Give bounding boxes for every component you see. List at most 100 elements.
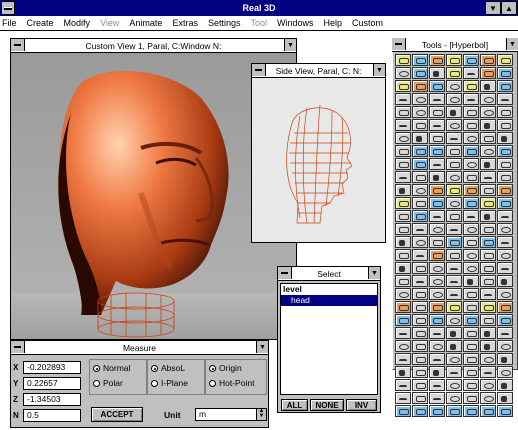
tool-button[interactable] <box>480 145 496 157</box>
tool-button[interactable] <box>463 184 479 196</box>
tool-button[interactable] <box>497 353 513 365</box>
tool-button[interactable] <box>412 197 428 209</box>
tool-button[interactable] <box>429 379 445 391</box>
tool-button[interactable] <box>463 236 479 248</box>
tool-button[interactable] <box>395 158 411 170</box>
tool-button[interactable] <box>429 262 445 274</box>
tool-button[interactable] <box>412 249 428 261</box>
tool-button[interactable] <box>412 392 428 404</box>
tool-button[interactable] <box>497 301 513 313</box>
tools-title-bar[interactable]: Tools - [Hyperbol] ▼ <box>392 38 518 52</box>
tool-button[interactable] <box>480 262 496 274</box>
tool-button[interactable] <box>429 93 445 105</box>
tool-button[interactable] <box>429 288 445 300</box>
tool-button[interactable] <box>497 366 513 378</box>
tool-button[interactable] <box>497 405 513 417</box>
tool-button[interactable] <box>463 392 479 404</box>
tool-button[interactable] <box>446 54 462 66</box>
tool-button[interactable] <box>429 106 445 118</box>
window-menu-icon[interactable] <box>392 38 406 50</box>
tool-button[interactable] <box>395 93 411 105</box>
tool-button[interactable] <box>463 366 479 378</box>
tool-button[interactable] <box>395 171 411 183</box>
tool-button[interactable] <box>429 132 445 144</box>
tool-button[interactable] <box>446 197 462 209</box>
tool-button[interactable] <box>395 236 411 248</box>
tool-button[interactable] <box>463 405 479 417</box>
tool-button[interactable] <box>463 275 479 287</box>
maximize-button[interactable]: ▲ <box>501 1 517 15</box>
tool-button[interactable] <box>463 106 479 118</box>
tool-button[interactable] <box>446 171 462 183</box>
tool-button[interactable] <box>497 80 513 92</box>
tool-button[interactable] <box>480 67 496 79</box>
tool-button[interactable] <box>497 106 513 118</box>
tool-button[interactable] <box>497 210 513 222</box>
system-menu-icon[interactable] <box>1 1 15 15</box>
tool-button[interactable] <box>463 301 479 313</box>
tool-button[interactable] <box>412 301 428 313</box>
tool-button[interactable] <box>395 132 411 144</box>
tool-button[interactable] <box>480 93 496 105</box>
menu-file[interactable]: File <box>2 18 17 28</box>
tool-button[interactable] <box>446 340 462 352</box>
spin-arrows-icon[interactable]: ▲ ▼ <box>256 408 266 420</box>
tool-button[interactable] <box>480 106 496 118</box>
tool-button[interactable] <box>497 67 513 79</box>
tool-button[interactable] <box>395 275 411 287</box>
tool-button[interactable] <box>395 314 411 326</box>
dropdown-icon[interactable]: ▼ <box>368 267 380 279</box>
tool-button[interactable] <box>480 184 496 196</box>
select-list[interactable]: level head <box>280 283 378 395</box>
tool-button[interactable] <box>429 171 445 183</box>
tool-button[interactable] <box>446 67 462 79</box>
tool-button[interactable] <box>480 54 496 66</box>
tool-button[interactable] <box>480 379 496 391</box>
tool-button[interactable] <box>395 54 411 66</box>
tool-button[interactable] <box>497 119 513 131</box>
tool-button[interactable] <box>395 210 411 222</box>
tool-button[interactable] <box>395 223 411 235</box>
tool-button[interactable] <box>446 236 462 248</box>
tool-button[interactable] <box>412 210 428 222</box>
tool-button[interactable] <box>446 301 462 313</box>
tool-button[interactable] <box>480 249 496 261</box>
tool-button[interactable] <box>446 210 462 222</box>
tool-button[interactable] <box>395 353 411 365</box>
tool-button[interactable] <box>412 236 428 248</box>
tool-button[interactable] <box>463 80 479 92</box>
tool-button[interactable] <box>412 353 428 365</box>
tool-button[interactable] <box>446 379 462 391</box>
select-invert-button[interactable]: INV <box>346 399 377 411</box>
tool-button[interactable] <box>446 314 462 326</box>
window-menu-icon[interactable] <box>11 39 25 51</box>
tool-button[interactable] <box>412 366 428 378</box>
menu-tool[interactable]: Tool <box>250 18 267 28</box>
tool-button[interactable] <box>395 249 411 261</box>
tool-button[interactable] <box>463 93 479 105</box>
tool-button[interactable] <box>412 171 428 183</box>
menu-create[interactable]: Create <box>27 18 54 28</box>
tool-button[interactable] <box>412 54 428 66</box>
tool-button[interactable] <box>412 119 428 131</box>
tool-button[interactable] <box>446 249 462 261</box>
tool-button[interactable] <box>412 132 428 144</box>
tool-button[interactable] <box>395 327 411 339</box>
tool-button[interactable] <box>463 132 479 144</box>
tool-button[interactable] <box>446 392 462 404</box>
tool-button[interactable] <box>463 67 479 79</box>
tool-button[interactable] <box>395 184 411 196</box>
tool-button[interactable] <box>463 314 479 326</box>
tool-button[interactable] <box>497 132 513 144</box>
tool-button[interactable] <box>429 314 445 326</box>
accept-button[interactable]: ACCEPT <box>91 407 143 422</box>
tool-button[interactable] <box>480 197 496 209</box>
tool-button[interactable] <box>395 288 411 300</box>
tool-button[interactable] <box>463 262 479 274</box>
tool-button[interactable] <box>395 340 411 352</box>
tool-button[interactable] <box>446 132 462 144</box>
tool-button[interactable] <box>412 80 428 92</box>
tool-button[interactable] <box>395 197 411 209</box>
tool-button[interactable] <box>463 171 479 183</box>
tool-button[interactable] <box>412 67 428 79</box>
